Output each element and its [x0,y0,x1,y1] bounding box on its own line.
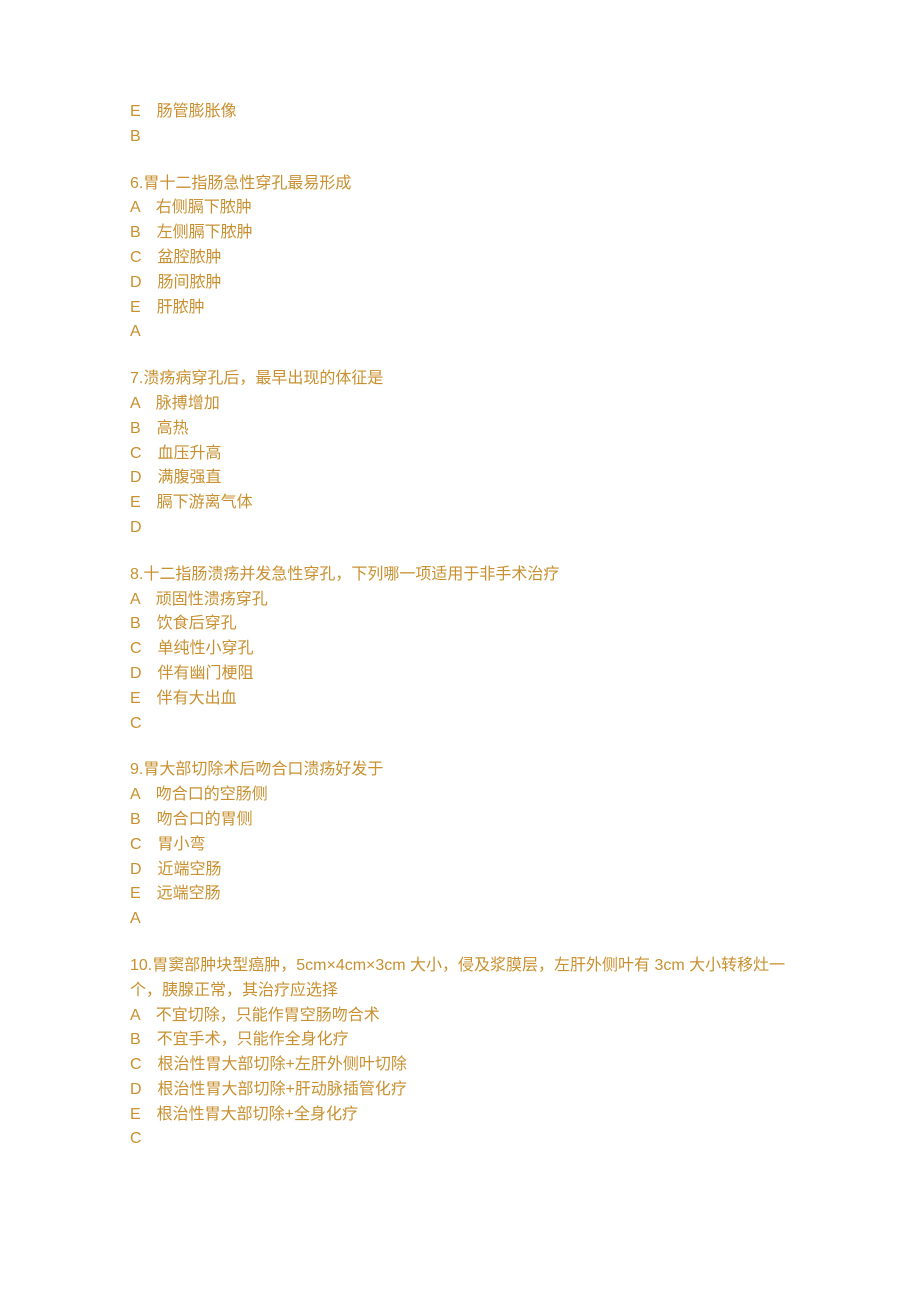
option-d: D 满腹强直 [130,466,790,491]
option-b: B 左侧膈下脓肿 [130,221,790,246]
answer: C [130,712,790,737]
question-stem: 6.胃十二指肠急性穿孔最易形成 [130,172,790,197]
question-stem: 10.胃窦部肿块型癌肿，5cm×4cm×3cm 大小，侵及浆膜层，左肝外侧叶有 … [130,954,790,1004]
option-a: A 不宜切除，只能作胃空肠吻合术 [130,1004,790,1029]
option-c: C 血压升高 [130,442,790,467]
question-8: 8.十二指肠溃疡并发急性穿孔，下列哪一项适用于非手术治疗 A 顽固性溃疡穿孔 B… [130,563,790,737]
option-b: B 不宜手术，只能作全身化疗 [130,1028,790,1053]
option-d: D 根治性胃大部切除+肝动脉插管化疗 [130,1078,790,1103]
option-a: A 脉搏增加 [130,392,790,417]
option-c: C 单纯性小穿孔 [130,637,790,662]
answer: D [130,516,790,541]
question-7: 7.溃疡病穿孔后，最早出现的体征是 A 脉搏增加 B 高热 C 血压升高 D 满… [130,367,790,541]
option-a: A 吻合口的空肠侧 [130,783,790,808]
question-stem: 7.溃疡病穿孔后，最早出现的体征是 [130,367,790,392]
option-c: C 根治性胃大部切除+左肝外侧叶切除 [130,1053,790,1078]
option-a: A 顽固性溃疡穿孔 [130,588,790,613]
question-6: 6.胃十二指肠急性穿孔最易形成 A 右侧膈下脓肿 B 左侧膈下脓肿 C 盆腔脓肿… [130,172,790,346]
option-b: B 吻合口的胃侧 [130,808,790,833]
option-b: B 高热 [130,417,790,442]
option-e: E 根治性胃大部切除+全身化疗 [130,1103,790,1128]
option-d: D 近端空肠 [130,858,790,883]
option-e: E 肝脓肿 [130,296,790,321]
option-d: D 伴有幽门梗阻 [130,662,790,687]
answer: A [130,907,790,932]
option-e: E 远端空肠 [130,882,790,907]
question-fragment-5: E 肠管膨胀像 B [130,100,790,150]
question-stem: 9.胃大部切除术后吻合口溃疡好发于 [130,758,790,783]
answer: C [130,1127,790,1152]
answer: A [130,320,790,345]
option-a: A 右侧膈下脓肿 [130,196,790,221]
option-d: D 肠间脓肿 [130,271,790,296]
option-e: E 伴有大出血 [130,687,790,712]
option-e: E 肠管膨胀像 [130,100,790,125]
option-c: C 胃小弯 [130,833,790,858]
option-e: E 膈下游离气体 [130,491,790,516]
question-10: 10.胃窦部肿块型癌肿，5cm×4cm×3cm 大小，侵及浆膜层，左肝外侧叶有 … [130,954,790,1152]
question-9: 9.胃大部切除术后吻合口溃疡好发于 A 吻合口的空肠侧 B 吻合口的胃侧 C 胃… [130,758,790,932]
option-b: B 饮食后穿孔 [130,612,790,637]
option-c: C 盆腔脓肿 [130,246,790,271]
question-stem: 8.十二指肠溃疡并发急性穿孔，下列哪一项适用于非手术治疗 [130,563,790,588]
answer: B [130,125,790,150]
